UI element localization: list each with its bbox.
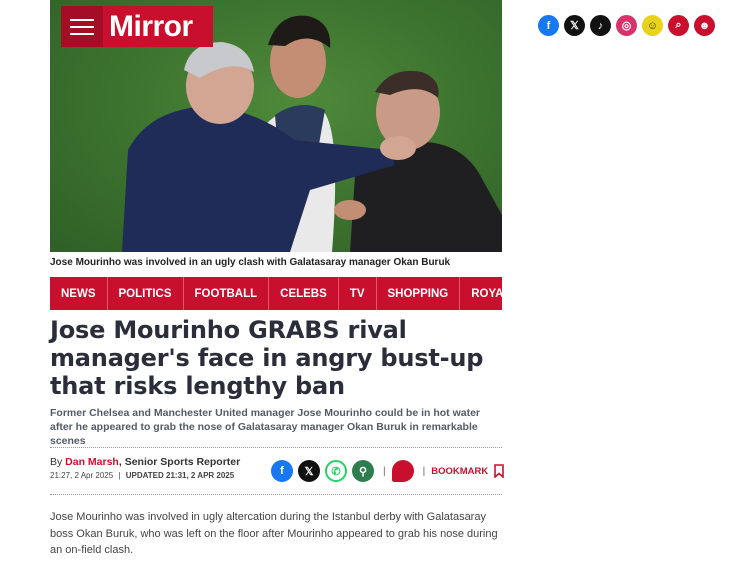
byline-prefix: By: [50, 456, 66, 468]
tiktok-icon[interactable]: ♪: [590, 15, 611, 36]
article-body-paragraph: Jose Mourinho was involved in ugly alter…: [50, 511, 498, 556]
menu-hamburger-icon[interactable]: [61, 6, 103, 47]
x-icon[interactable]: 𝕏: [298, 460, 320, 482]
author-link[interactable]: Dan Marsh: [65, 456, 119, 468]
divider: [50, 447, 502, 448]
image-caption: Jose Mourinho was involved in an ugly cl…: [50, 257, 451, 268]
byline: By Dan Marsh, Senior Sports Reporter: [50, 456, 240, 468]
snapchat-icon[interactable]: ☺: [642, 15, 663, 36]
article-dates: 21:27, 2 Apr 2025 | UPDATED 21:31, 2 APR…: [50, 471, 235, 480]
instagram-icon[interactable]: ◎: [616, 15, 637, 36]
nav-item-shopping[interactable]: SHOPPING: [377, 277, 461, 310]
separator: |: [422, 465, 426, 477]
whatsapp-icon[interactable]: ✆: [325, 460, 347, 482]
bookmark-label: BOOKMARK: [431, 465, 489, 477]
published-time: 21:27, 2 Apr 2025: [50, 471, 114, 480]
section-nav: NEWS POLITICS FOOTBALL CELEBS TV SHOPPIN…: [50, 277, 518, 310]
avatar-icon[interactable]: ☻: [694, 15, 715, 36]
bookmark-icon: [494, 464, 505, 478]
article-standfirst: Former Chelsea and Manchester United man…: [50, 407, 480, 447]
site-header-logo-bar: Mirror: [61, 6, 213, 47]
nav-item-celebs[interactable]: CELEBS: [269, 277, 339, 310]
facebook-icon[interactable]: f: [271, 460, 293, 482]
x-icon[interactable]: 𝕏: [564, 15, 585, 36]
nav-item-football[interactable]: FOOTBALL: [184, 277, 270, 310]
author-role: , Senior Sports Reporter: [118, 456, 241, 468]
share-bar: f 𝕏 ✆ ⚲ | | BOOKMARK: [271, 460, 505, 482]
nav-item-royals[interactable]: ROYALS: [460, 277, 529, 310]
divider: [50, 494, 502, 495]
link-icon[interactable]: ⚲: [352, 460, 374, 482]
updated-time: UPDATED 21:31, 2 APR 2025: [125, 471, 235, 480]
search-icon[interactable]: ⌕: [668, 15, 689, 36]
nav-item-news[interactable]: NEWS: [50, 277, 108, 310]
comment-icon[interactable]: [391, 460, 414, 482]
article-headline: Jose Mourinho GRABS rival manager's face…: [50, 316, 484, 400]
bookmark-button[interactable]: BOOKMARK: [431, 464, 505, 478]
social-links: f 𝕏 ♪ ◎ ☺ ⌕ ☻: [538, 15, 720, 36]
facebook-icon[interactable]: f: [538, 15, 559, 36]
nav-item-tv[interactable]: TV: [339, 277, 377, 310]
mirror-logo[interactable]: Mirror: [103, 10, 193, 44]
separator: |: [383, 465, 386, 477]
nav-item-politics[interactable]: POLITICS: [108, 277, 184, 310]
